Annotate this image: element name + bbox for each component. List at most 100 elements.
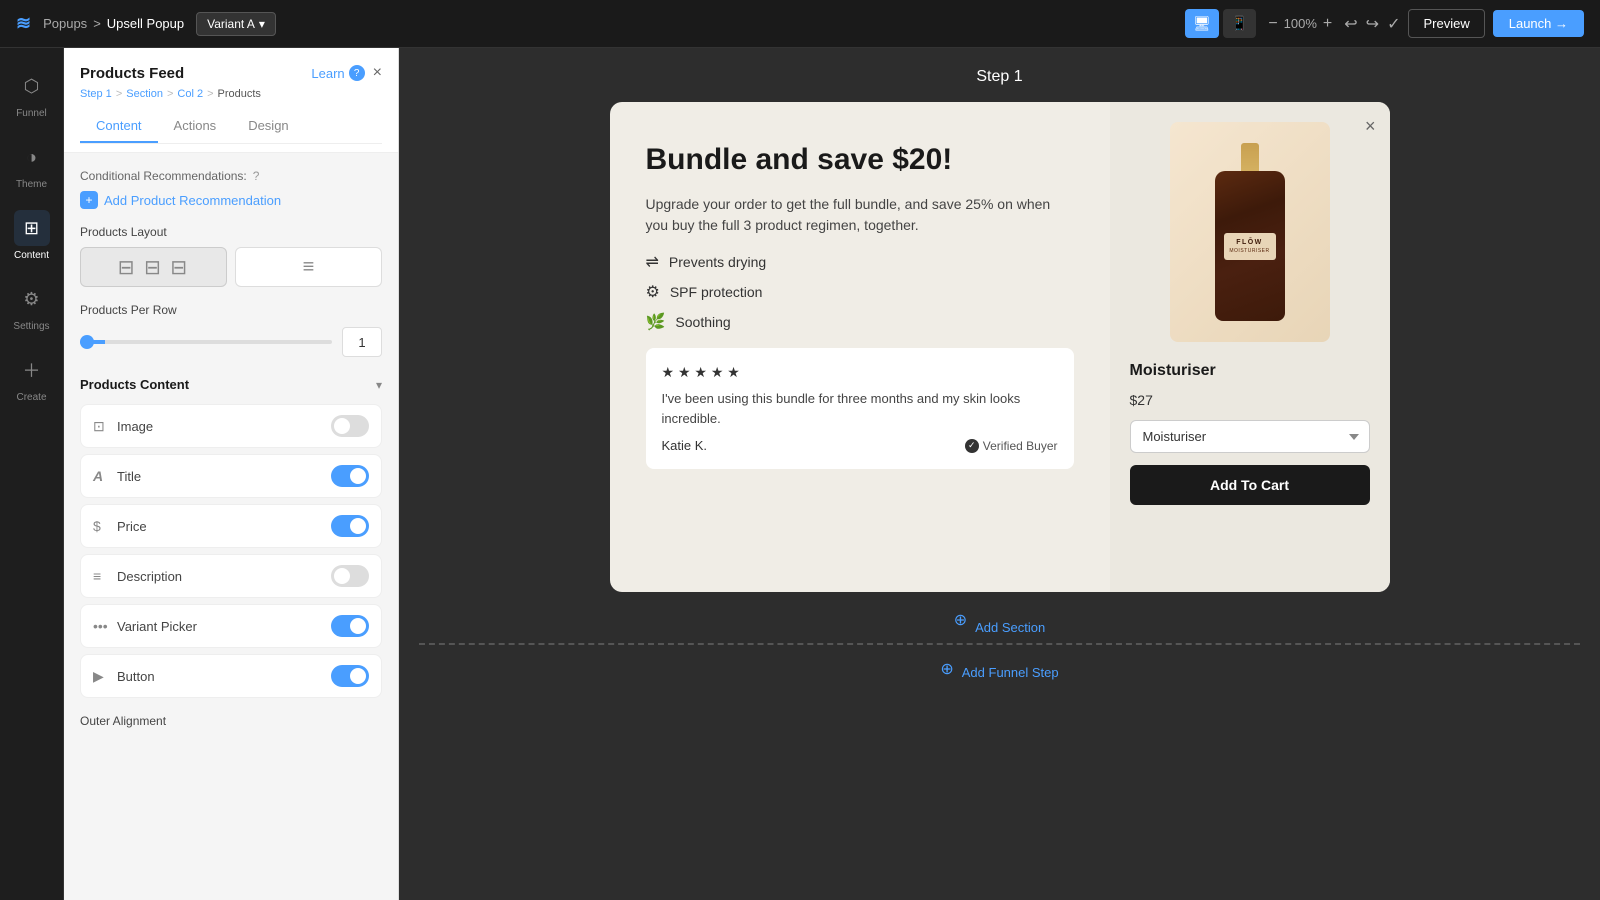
button-toggle-label: ▶ Button	[93, 668, 155, 685]
tab-design[interactable]: Design	[232, 110, 304, 143]
title-label: Title	[117, 469, 141, 484]
feature-text-3: Soothing	[675, 314, 730, 330]
image-toggle[interactable]	[331, 415, 369, 437]
bc-sep3: >	[207, 88, 213, 100]
sidebar-item-funnel[interactable]: ⬡ Funnel	[5, 60, 59, 127]
toggle-row-description: ≡ Description	[80, 554, 382, 598]
add-to-cart-btn[interactable]: Add To Cart	[1130, 465, 1370, 505]
popup-container: × Bundle and save $20! Upgrade your orde…	[610, 102, 1390, 592]
review-stars: ★ ★ ★ ★ ★	[662, 364, 1058, 381]
chevron-down-icon: ▾	[376, 378, 382, 392]
topbar: ≋ Popups > Upsell Popup Variant A ▾ 🖥 📱 …	[0, 0, 1600, 48]
products-content-title: Products Content	[80, 377, 189, 392]
image-icon: ⊡	[93, 418, 109, 435]
feature-item-3: 🌿 Soothing	[646, 312, 1074, 332]
add-funnel-row: ⊕ Add Funnel Step	[940, 657, 1058, 680]
redo-btn[interactable]: ↪	[1366, 14, 1379, 34]
panel-header: Products Feed Learn ? × Step 1 > Section…	[64, 48, 398, 153]
tab-content[interactable]: Content	[80, 110, 158, 143]
products-content-section: Products Content ▾ ⊡ Image	[80, 377, 382, 698]
funnel-icon: ⬡	[14, 68, 50, 104]
title-toggle[interactable]	[331, 465, 369, 487]
check-btn[interactable]: ✓	[1387, 14, 1400, 34]
prevents-drying-icon: ⇌	[646, 252, 659, 272]
sidebar-item-create[interactable]: ＋ Create	[5, 344, 59, 411]
zoom-controls: − 100% +	[1268, 15, 1332, 33]
desktop-device-btn[interactable]: 🖥	[1185, 9, 1219, 38]
description-toggle[interactable]	[331, 565, 369, 587]
panel: Products Feed Learn ? × Step 1 > Section…	[64, 48, 399, 900]
sidebar-item-settings[interactable]: ⚙ Settings	[5, 273, 59, 340]
description-label: Description	[117, 569, 182, 584]
bc-sep2: >	[167, 88, 173, 100]
section-divider	[419, 643, 1580, 645]
breadcrumb: Popups > Upsell Popup	[43, 16, 184, 31]
features-list: ⇌ Prevents drying ⚙ SPF protection 🌿 Soo…	[646, 252, 1074, 332]
review-text: I've been using this bundle for three mo…	[662, 389, 1058, 428]
mobile-device-btn[interactable]: 📱	[1223, 9, 1256, 38]
variant-label: Variant A	[207, 17, 255, 31]
popup-left: Bundle and save $20! Upgrade your order …	[610, 102, 1110, 592]
verified-text: Verified Buyer	[983, 439, 1058, 453]
sidebar-item-content[interactable]: ⊞ Content	[5, 202, 59, 269]
popup-description: Upgrade your order to get the full bundl…	[646, 194, 1074, 236]
panel-title-row: Products Feed Learn ? ×	[80, 64, 382, 82]
sidebar-item-label: Funnel	[16, 108, 47, 119]
button-icon: ▶	[93, 668, 109, 685]
panel-breadcrumb: Step 1 > Section > Col 2 > Products	[80, 88, 382, 100]
variant-selector[interactable]: Variant A ▾	[196, 12, 276, 36]
products-content-header[interactable]: Products Content ▾	[80, 377, 382, 392]
image-label: Image	[117, 419, 153, 434]
product-variant-select[interactable]: Moisturiser	[1130, 420, 1370, 453]
review-box: ★ ★ ★ ★ ★ I've been using this bundle fo…	[646, 348, 1074, 469]
breadcrumb-col[interactable]: Col 2	[177, 88, 203, 100]
sidebar-item-label: Content	[14, 250, 49, 261]
breadcrumb-products: Products	[218, 88, 261, 100]
launch-btn[interactable]: Launch →	[1493, 10, 1584, 37]
per-row-slider[interactable]	[80, 340, 332, 344]
popup-close-btn[interactable]: ×	[1365, 116, 1376, 137]
breadcrumb-section[interactable]: Section	[126, 88, 163, 100]
variant-picker-toggle-label: ••• Variant Picker	[93, 618, 197, 634]
price-icon: $	[93, 518, 109, 534]
breadcrumb-sep1: >	[93, 16, 101, 31]
description-icon: ≡	[93, 568, 109, 584]
breadcrumb-current: Upsell Popup	[107, 16, 184, 31]
products-per-row-section: Products Per Row 1	[80, 303, 382, 357]
products-layout-section: Products Layout ⊟ ⊟ ⊟ ≡	[80, 225, 382, 287]
breadcrumb-popups[interactable]: Popups	[43, 16, 87, 31]
learn-link[interactable]: Learn ?	[311, 65, 364, 81]
add-section-btn[interactable]: Add Section	[975, 620, 1045, 635]
variant-picker-toggle[interactable]	[331, 615, 369, 637]
conditional-help-icon[interactable]: ?	[253, 169, 260, 183]
button-toggle[interactable]	[331, 665, 369, 687]
create-icon: ＋	[14, 352, 50, 388]
topbar-actions: ↩ ↪ ✓ Preview Launch →	[1344, 9, 1584, 38]
zoom-out-btn[interactable]: −	[1268, 15, 1277, 33]
toggle-row-price: $ Price	[80, 504, 382, 548]
add-section-row: ⊕ Add Section	[954, 604, 1046, 635]
panel-title: Products Feed	[80, 65, 184, 82]
add-section-plus-icon: ⊕	[954, 610, 967, 630]
spf-icon: ⚙	[646, 282, 660, 302]
price-toggle[interactable]	[331, 515, 369, 537]
tab-actions[interactable]: Actions	[158, 110, 233, 143]
add-rec-btn[interactable]: + Add Product Recommendation	[80, 191, 382, 209]
preview-btn[interactable]: Preview	[1408, 9, 1484, 38]
layout-grid-btn[interactable]: ⊟ ⊟ ⊟	[80, 247, 227, 287]
per-row-label: Products Per Row	[80, 303, 382, 317]
title-toggle-label: A Title	[93, 468, 141, 484]
variant-picker-icon: •••	[93, 618, 109, 634]
breadcrumb-step[interactable]: Step 1	[80, 88, 112, 100]
sidebar-item-theme[interactable]: ◑ Theme	[5, 131, 59, 198]
zoom-in-btn[interactable]: +	[1323, 15, 1332, 33]
help-icon: ?	[349, 65, 365, 81]
add-funnel-step-btn[interactable]: Add Funnel Step	[962, 665, 1059, 680]
main-content: ⬡ Funnel ◑ Theme ⊞ Content ⚙ Settings ＋ …	[0, 48, 1600, 900]
popup-right: FLŌW MOISTURISER Moisturiser $27 Moistur…	[1110, 102, 1390, 592]
layout-options: ⊟ ⊟ ⊟ ≡	[80, 247, 382, 287]
popup-title: Bundle and save $20!	[646, 142, 1074, 178]
layout-list-btn[interactable]: ≡	[235, 247, 382, 287]
panel-close-btn[interactable]: ×	[373, 64, 382, 82]
undo-btn[interactable]: ↩	[1344, 14, 1357, 34]
